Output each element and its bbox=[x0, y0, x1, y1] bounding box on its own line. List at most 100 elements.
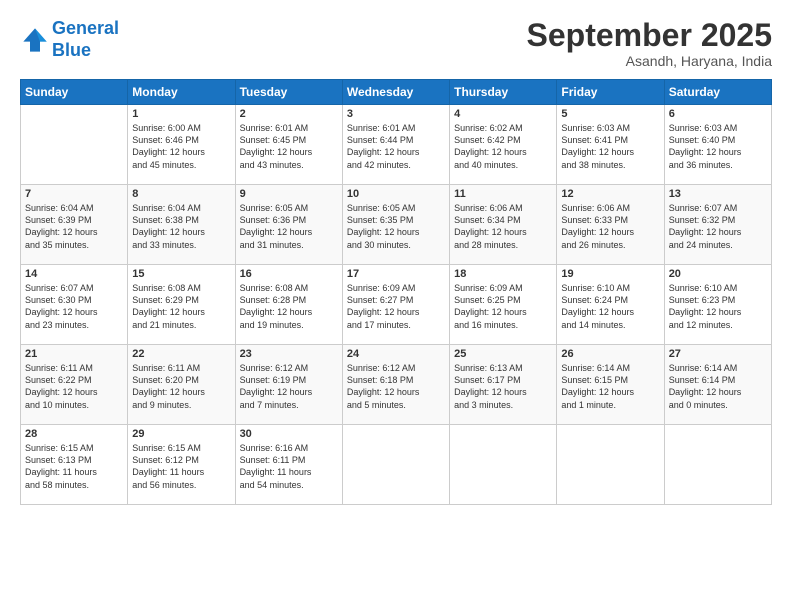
day-info: Sunrise: 6:02 AMSunset: 6:42 PMDaylight:… bbox=[454, 122, 552, 171]
day-number: 15 bbox=[132, 268, 230, 280]
day-cell: 23 Sunrise: 6:12 AMSunset: 6:19 PMDayligh… bbox=[235, 345, 342, 425]
day-info: Sunrise: 6:16 AMSunset: 6:11 PMDaylight:… bbox=[240, 442, 338, 491]
day-number: 18 bbox=[454, 268, 552, 280]
month-title: September 2025 bbox=[527, 18, 772, 53]
day-cell: 28Sunrise: 6:15 AMSunset: 6:13 PMDayligh… bbox=[21, 425, 128, 505]
col-friday: Friday bbox=[557, 80, 664, 105]
logo-general: General bbox=[52, 18, 119, 38]
day-cell bbox=[664, 425, 771, 505]
page: General Blue September 2025 Asandh, Hary… bbox=[0, 0, 792, 612]
day-number: 21 bbox=[25, 348, 123, 360]
day-number: 12 bbox=[561, 188, 659, 200]
day-cell: 2Sunrise: 6:01 AMSunset: 6:45 PMDaylight… bbox=[235, 105, 342, 185]
day-number: 7 bbox=[25, 188, 123, 200]
day-number: 9 bbox=[240, 188, 338, 200]
day-info: Sunrise: 6:12 AMSunset: 6:18 PMDaylight:… bbox=[347, 362, 445, 411]
logo-icon bbox=[20, 25, 50, 55]
col-saturday: Saturday bbox=[664, 80, 771, 105]
day-cell bbox=[342, 425, 449, 505]
day-cell: 13Sunrise: 6:07 AMSunset: 6:32 PMDayligh… bbox=[664, 185, 771, 265]
day-cell: 12 Sunrise: 6:06 AMSunset: 6:33 PMDayligh… bbox=[557, 185, 664, 265]
week-row-2: 14 Sunrise: 6:07 AMSunset: 6:30 PMDayligh… bbox=[21, 265, 772, 345]
day-info: Sunrise: 6:15 AMSunset: 6:12 PMDaylight:… bbox=[132, 442, 230, 491]
day-info: Sunrise: 6:05 AMSunset: 6:35 PMDaylight:… bbox=[347, 202, 445, 251]
day-cell: 21 Sunrise: 6:11 AMSunset: 6:22 PMDayligh… bbox=[21, 345, 128, 425]
day-info: Sunrise: 6:11 AMSunset: 6:20 PMDaylight:… bbox=[132, 362, 230, 411]
logo-text: General Blue bbox=[52, 18, 119, 61]
day-info: Sunrise: 6:08 AMSunset: 6:28 PMDaylight:… bbox=[240, 282, 338, 331]
day-number: 28 bbox=[25, 428, 123, 440]
day-cell: 3 Sunrise: 6:01 AMSunset: 6:44 PMDaylight… bbox=[342, 105, 449, 185]
day-cell bbox=[557, 425, 664, 505]
day-info: Sunrise: 6:11 AMSunset: 6:22 PMDaylight:… bbox=[25, 362, 123, 411]
location: Asandh, Haryana, India bbox=[527, 53, 772, 69]
day-number: 5 bbox=[561, 108, 659, 120]
day-cell: 8 Sunrise: 6:04 AMSunset: 6:38 PMDaylight… bbox=[128, 185, 235, 265]
day-cell: 7 Sunrise: 6:04 AMSunset: 6:39 PMDaylight… bbox=[21, 185, 128, 265]
day-cell: 19Sunrise: 6:10 AMSunset: 6:24 PMDayligh… bbox=[557, 265, 664, 345]
day-info: Sunrise: 6:08 AMSunset: 6:29 PMDaylight:… bbox=[132, 282, 230, 331]
day-info: Sunrise: 6:04 AMSunset: 6:38 PMDaylight:… bbox=[132, 202, 230, 251]
col-sunday: Sunday bbox=[21, 80, 128, 105]
title-block: September 2025 Asandh, Haryana, India bbox=[527, 18, 772, 69]
day-number: 11 bbox=[454, 188, 552, 200]
day-number: 13 bbox=[669, 188, 767, 200]
day-info: Sunrise: 6:01 AMSunset: 6:44 PMDaylight:… bbox=[347, 122, 445, 171]
day-info: Sunrise: 6:04 AMSunset: 6:39 PMDaylight:… bbox=[25, 202, 123, 251]
day-cell: 30Sunrise: 6:16 AMSunset: 6:11 PMDayligh… bbox=[235, 425, 342, 505]
day-cell: 1Sunrise: 6:00 AMSunset: 6:46 PMDaylight… bbox=[128, 105, 235, 185]
day-number: 20 bbox=[669, 268, 767, 280]
day-number: 23 bbox=[240, 348, 338, 360]
day-cell bbox=[21, 105, 128, 185]
calendar-table: Sunday Monday Tuesday Wednesday Thursday… bbox=[20, 79, 772, 505]
day-number: 10 bbox=[347, 188, 445, 200]
day-number: 16 bbox=[240, 268, 338, 280]
day-cell: 24 Sunrise: 6:12 AMSunset: 6:18 PMDayligh… bbox=[342, 345, 449, 425]
day-info: Sunrise: 6:03 AMSunset: 6:40 PMDaylight:… bbox=[669, 122, 767, 171]
day-info: Sunrise: 6:06 AMSunset: 6:33 PMDaylight:… bbox=[561, 202, 659, 251]
day-cell: 27 Sunrise: 6:14 AMSunset: 6:14 PMDayligh… bbox=[664, 345, 771, 425]
day-number: 3 bbox=[347, 108, 445, 120]
col-thursday: Thursday bbox=[450, 80, 557, 105]
day-number: 4 bbox=[454, 108, 552, 120]
day-info: Sunrise: 6:06 AMSunset: 6:34 PMDaylight:… bbox=[454, 202, 552, 251]
day-number: 19 bbox=[561, 268, 659, 280]
day-number: 1 bbox=[132, 108, 230, 120]
day-number: 8 bbox=[132, 188, 230, 200]
logo: General Blue bbox=[20, 18, 119, 61]
day-number: 27 bbox=[669, 348, 767, 360]
day-number: 26 bbox=[561, 348, 659, 360]
day-cell bbox=[450, 425, 557, 505]
day-cell: 4 Sunrise: 6:02 AMSunset: 6:42 PMDaylight… bbox=[450, 105, 557, 185]
day-cell: 10 Sunrise: 6:05 AMSunset: 6:35 PMDayligh… bbox=[342, 185, 449, 265]
day-number: 14 bbox=[25, 268, 123, 280]
day-cell: 25Sunrise: 6:13 AMSunset: 6:17 PMDayligh… bbox=[450, 345, 557, 425]
week-row-4: 28Sunrise: 6:15 AMSunset: 6:13 PMDayligh… bbox=[21, 425, 772, 505]
day-cell: 18 Sunrise: 6:09 AMSunset: 6:25 PMDayligh… bbox=[450, 265, 557, 345]
day-info: Sunrise: 6:13 AMSunset: 6:17 PMDaylight:… bbox=[454, 362, 552, 411]
day-cell: 16 Sunrise: 6:08 AMSunset: 6:28 PMDayligh… bbox=[235, 265, 342, 345]
day-number: 24 bbox=[347, 348, 445, 360]
day-cell: 6Sunrise: 6:03 AMSunset: 6:40 PMDaylight… bbox=[664, 105, 771, 185]
day-number: 2 bbox=[240, 108, 338, 120]
day-cell: 22 Sunrise: 6:11 AMSunset: 6:20 PMDayligh… bbox=[128, 345, 235, 425]
day-info: Sunrise: 6:05 AMSunset: 6:36 PMDaylight:… bbox=[240, 202, 338, 251]
day-info: Sunrise: 6:07 AMSunset: 6:30 PMDaylight:… bbox=[25, 282, 123, 331]
day-cell: 26Sunrise: 6:14 AMSunset: 6:15 PMDayligh… bbox=[557, 345, 664, 425]
day-info: Sunrise: 6:12 AMSunset: 6:19 PMDaylight:… bbox=[240, 362, 338, 411]
day-info: Sunrise: 6:09 AMSunset: 6:27 PMDaylight:… bbox=[347, 282, 445, 331]
day-cell: 29 Sunrise: 6:15 AMSunset: 6:12 PMDayligh… bbox=[128, 425, 235, 505]
day-cell: 5Sunrise: 6:03 AMSunset: 6:41 PMDaylight… bbox=[557, 105, 664, 185]
week-row-0: 1Sunrise: 6:00 AMSunset: 6:46 PMDaylight… bbox=[21, 105, 772, 185]
logo-blue: Blue bbox=[52, 40, 91, 60]
day-number: 17 bbox=[347, 268, 445, 280]
day-number: 22 bbox=[132, 348, 230, 360]
day-number: 29 bbox=[132, 428, 230, 440]
day-cell: 9 Sunrise: 6:05 AMSunset: 6:36 PMDaylight… bbox=[235, 185, 342, 265]
col-monday: Monday bbox=[128, 80, 235, 105]
day-info: Sunrise: 6:09 AMSunset: 6:25 PMDaylight:… bbox=[454, 282, 552, 331]
week-row-1: 7 Sunrise: 6:04 AMSunset: 6:39 PMDaylight… bbox=[21, 185, 772, 265]
day-info: Sunrise: 6:14 AMSunset: 6:14 PMDaylight:… bbox=[669, 362, 767, 411]
day-cell: 14 Sunrise: 6:07 AMSunset: 6:30 PMDayligh… bbox=[21, 265, 128, 345]
day-info: Sunrise: 6:10 AMSunset: 6:23 PMDaylight:… bbox=[669, 282, 767, 331]
